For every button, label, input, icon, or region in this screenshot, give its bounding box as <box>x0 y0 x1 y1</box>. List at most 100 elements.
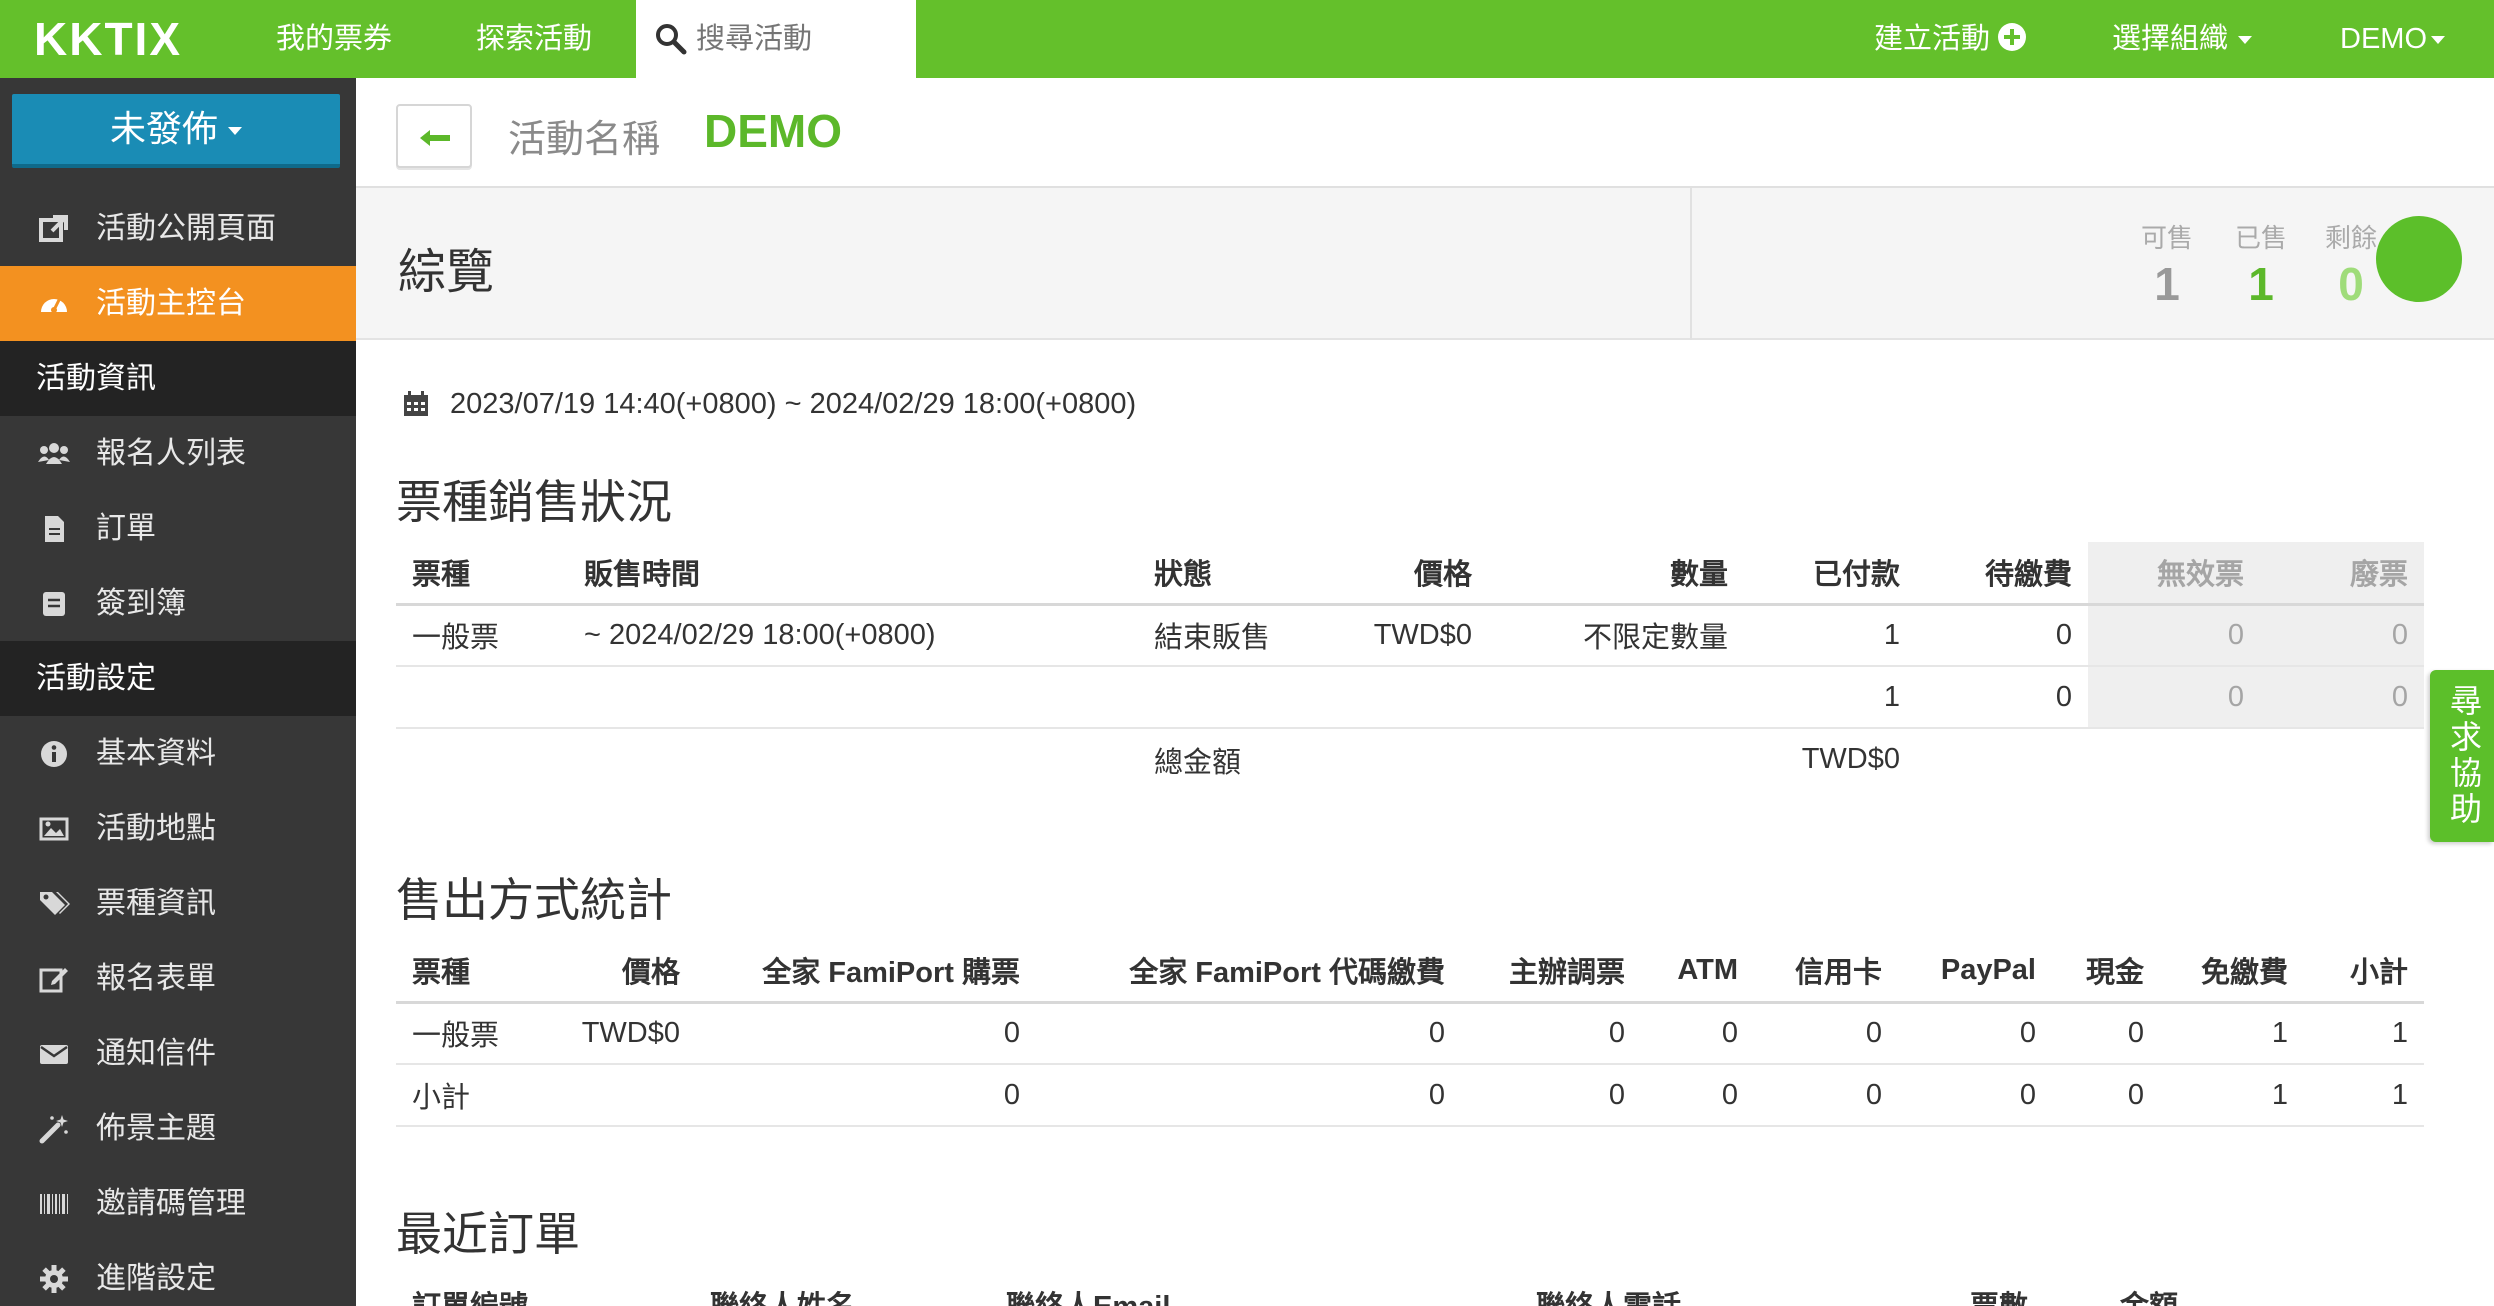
total-label: 總金額 <box>1154 746 1242 779</box>
table-row: 一般票 ~ 2024/02/29 18:00(+0800) 結束販售 TWD$0… <box>396 604 2424 667</box>
top-navbar: KKTIX 我的票券 探索活動 建立活動 選擇組織 DEMO <box>0 0 2494 78</box>
nav-explore-events[interactable]: 探索活動 <box>476 0 592 78</box>
table-cell: 0 <box>1641 1064 1754 1127</box>
sidebar-section-event-info: 活動資訊 <box>0 341 356 416</box>
column-header: 信用卡 <box>1754 940 1898 1004</box>
table-cell: 不限定數量 <box>1488 604 1744 667</box>
table-cell: 0 <box>2260 604 2424 667</box>
sidebar-item-label: 活動主控台 <box>96 287 246 320</box>
column-header: 票種 <box>396 940 546 1004</box>
column-header: 金額 <box>2104 1274 2424 1306</box>
table-subtotal-row: 小計 0 0 0 0 0 0 0 1 1 <box>396 1064 2424 1127</box>
column-header: 狀態 <box>1138 542 1338 606</box>
sidebar-item-label: 訂單 <box>96 512 156 545</box>
magic-wand-icon <box>39 1115 68 1144</box>
barcode-icon <box>40 1194 68 1214</box>
help-tab-button[interactable]: 尋求協助 <box>2430 670 2494 842</box>
divider <box>1690 188 1692 340</box>
table-cell: 0 <box>1461 1002 1641 1065</box>
sidebar-item-label: 報名表單 <box>96 962 216 995</box>
sidebar-item-registration-form[interactable]: 報名表單 <box>0 941 356 1016</box>
table-cell: 0 <box>1754 1002 1898 1065</box>
table-header-row: 訂單編號 聯絡人姓名 聯絡人Email 聯絡人電話 票數 金額 <box>396 1274 2424 1306</box>
table-cell: 0 <box>1036 1064 1461 1127</box>
table-cell: 0 <box>1916 666 2088 729</box>
column-header: 價格 <box>546 940 696 1004</box>
column-header: 已付款 <box>1744 542 1916 606</box>
column-header: PayPal <box>1898 940 2052 1004</box>
search-icon <box>656 24 687 55</box>
event-title-row: 活動名稱 DEMO <box>356 78 2494 188</box>
publish-status-label: 未發佈 <box>109 108 218 149</box>
nav-my-tickets[interactable]: 我的票券 <box>276 0 392 78</box>
column-header: 數量 <box>1488 542 1744 606</box>
user-menu-dropdown[interactable]: DEMO <box>2340 0 2445 78</box>
table-cell: 0 <box>1898 1064 2052 1127</box>
sidebar-item-basic-info[interactable]: 基本資料 <box>0 716 356 791</box>
column-header: 免繳費 <box>2160 940 2304 1004</box>
table-cell: 1 <box>1744 666 1916 729</box>
overview-title: 綜覽 <box>398 246 495 299</box>
sidebar-item-label: 活動公開頁面 <box>96 212 276 245</box>
column-header: 待繳費 <box>1916 542 2088 606</box>
table-total-row: 總金額 TWD$0 <box>396 728 2424 790</box>
column-header: 價格 <box>1338 542 1488 606</box>
sidebar-item-checkin-book[interactable]: 簽到簿 <box>0 566 356 641</box>
date-range-text: 2023/07/19 14:40(+0800) ~ 2024/02/29 18:… <box>450 388 1137 420</box>
event-name: DEMO <box>704 105 842 157</box>
sidebar-item-label: 活動地點 <box>96 812 216 845</box>
recent-orders-table: 訂單編號 聯絡人姓名 聯絡人Email 聯絡人電話 票數 金額 <box>396 1274 2424 1306</box>
ticket-sales-title: 票種銷售狀況 <box>396 476 672 528</box>
sidebar-item-ticket-types[interactable]: 票種資訊 <box>0 866 356 941</box>
column-header: 全家 FamiPort 購票 <box>696 940 1036 1004</box>
external-link-icon <box>39 215 68 242</box>
sidebar-item-label: 報名人列表 <box>96 437 246 470</box>
column-header: 販售時間 <box>568 542 1138 606</box>
payment-stats-title: 售出方式統計 <box>396 874 672 926</box>
sidebar-item-attendees[interactable]: 報名人列表 <box>0 416 356 491</box>
select-organization-dropdown[interactable]: 選擇組織 <box>2112 0 2253 78</box>
column-header: 聯絡人電話 <box>1520 1274 1954 1306</box>
event-name-label: 活動名稱 <box>508 119 661 161</box>
create-event-link[interactable]: 建立活動 <box>1874 0 2027 78</box>
back-button[interactable] <box>396 104 472 168</box>
sidebar-item-label: 進階設定 <box>96 1262 216 1295</box>
sidebar-section-event-settings: 活動設定 <box>0 641 356 716</box>
table-cell: 0 <box>2052 1064 2160 1127</box>
sidebar-item-label: 邀請碼管理 <box>96 1187 246 1220</box>
kktix-logo[interactable]: KKTIX <box>34 12 182 66</box>
sidebar-item-advanced-settings[interactable]: 進階設定 <box>0 1241 356 1306</box>
column-header: 無效票 <box>2088 542 2260 606</box>
column-header: 主辦調票 <box>1461 940 1641 1004</box>
sidebar-item-theme[interactable]: 佈景主題 <box>0 1091 356 1166</box>
sidebar-item-venue[interactable]: 活動地點 <box>0 791 356 866</box>
sidebar-item-public-page[interactable]: 活動公開頁面 <box>0 191 356 266</box>
stat-value: 1 <box>2248 258 2274 310</box>
table-cell: TWD$0 <box>546 1002 696 1065</box>
select-organization-label: 選擇組織 <box>2112 23 2229 55</box>
ticket-sales-table: 票種 販售時間 狀態 價格 數量 已付款 待繳費 無效票 廢票 一般票 ~ 20… <box>396 542 2424 790</box>
column-header: 小計 <box>2304 940 2424 1004</box>
table-cell: 一般票 <box>396 1002 546 1065</box>
table-cell: 0 <box>1461 1064 1641 1127</box>
sidebar-item-dashboard[interactable]: 活動主控台 <box>0 266 356 341</box>
table-cell: 結束販售 <box>1138 604 1338 667</box>
search-input[interactable] <box>696 14 906 64</box>
calendar-icon <box>404 391 428 416</box>
table-cell: 0 <box>1898 1002 2052 1065</box>
sidebar-item-invite-codes[interactable]: 邀請碼管理 <box>0 1166 356 1241</box>
sidebar-item-notification-emails[interactable]: 通知信件 <box>0 1016 356 1091</box>
create-event-label: 建立活動 <box>1874 23 1991 55</box>
column-header: 全家 FamiPort 代碼繳費 <box>1036 940 1461 1004</box>
publish-status-dropdown[interactable]: 未發佈 <box>12 94 340 168</box>
sidebar-item-orders[interactable]: 訂單 <box>0 491 356 566</box>
caret-down-icon <box>2238 36 2253 45</box>
search-box[interactable] <box>636 0 916 78</box>
table-cell: ~ 2024/02/29 18:00(+0800) <box>568 604 1138 667</box>
recent-orders-title: 最近訂單 <box>396 1208 580 1260</box>
table-cell: 0 <box>1916 604 2088 667</box>
payment-stats-table: 票種 價格 全家 FamiPort 購票 全家 FamiPort 代碼繳費 主辦… <box>396 940 2424 1127</box>
sidebar-item-label: 佈景主題 <box>96 1112 216 1145</box>
table-cell: TWD$0 <box>1338 604 1488 667</box>
document-icon <box>45 516 64 542</box>
